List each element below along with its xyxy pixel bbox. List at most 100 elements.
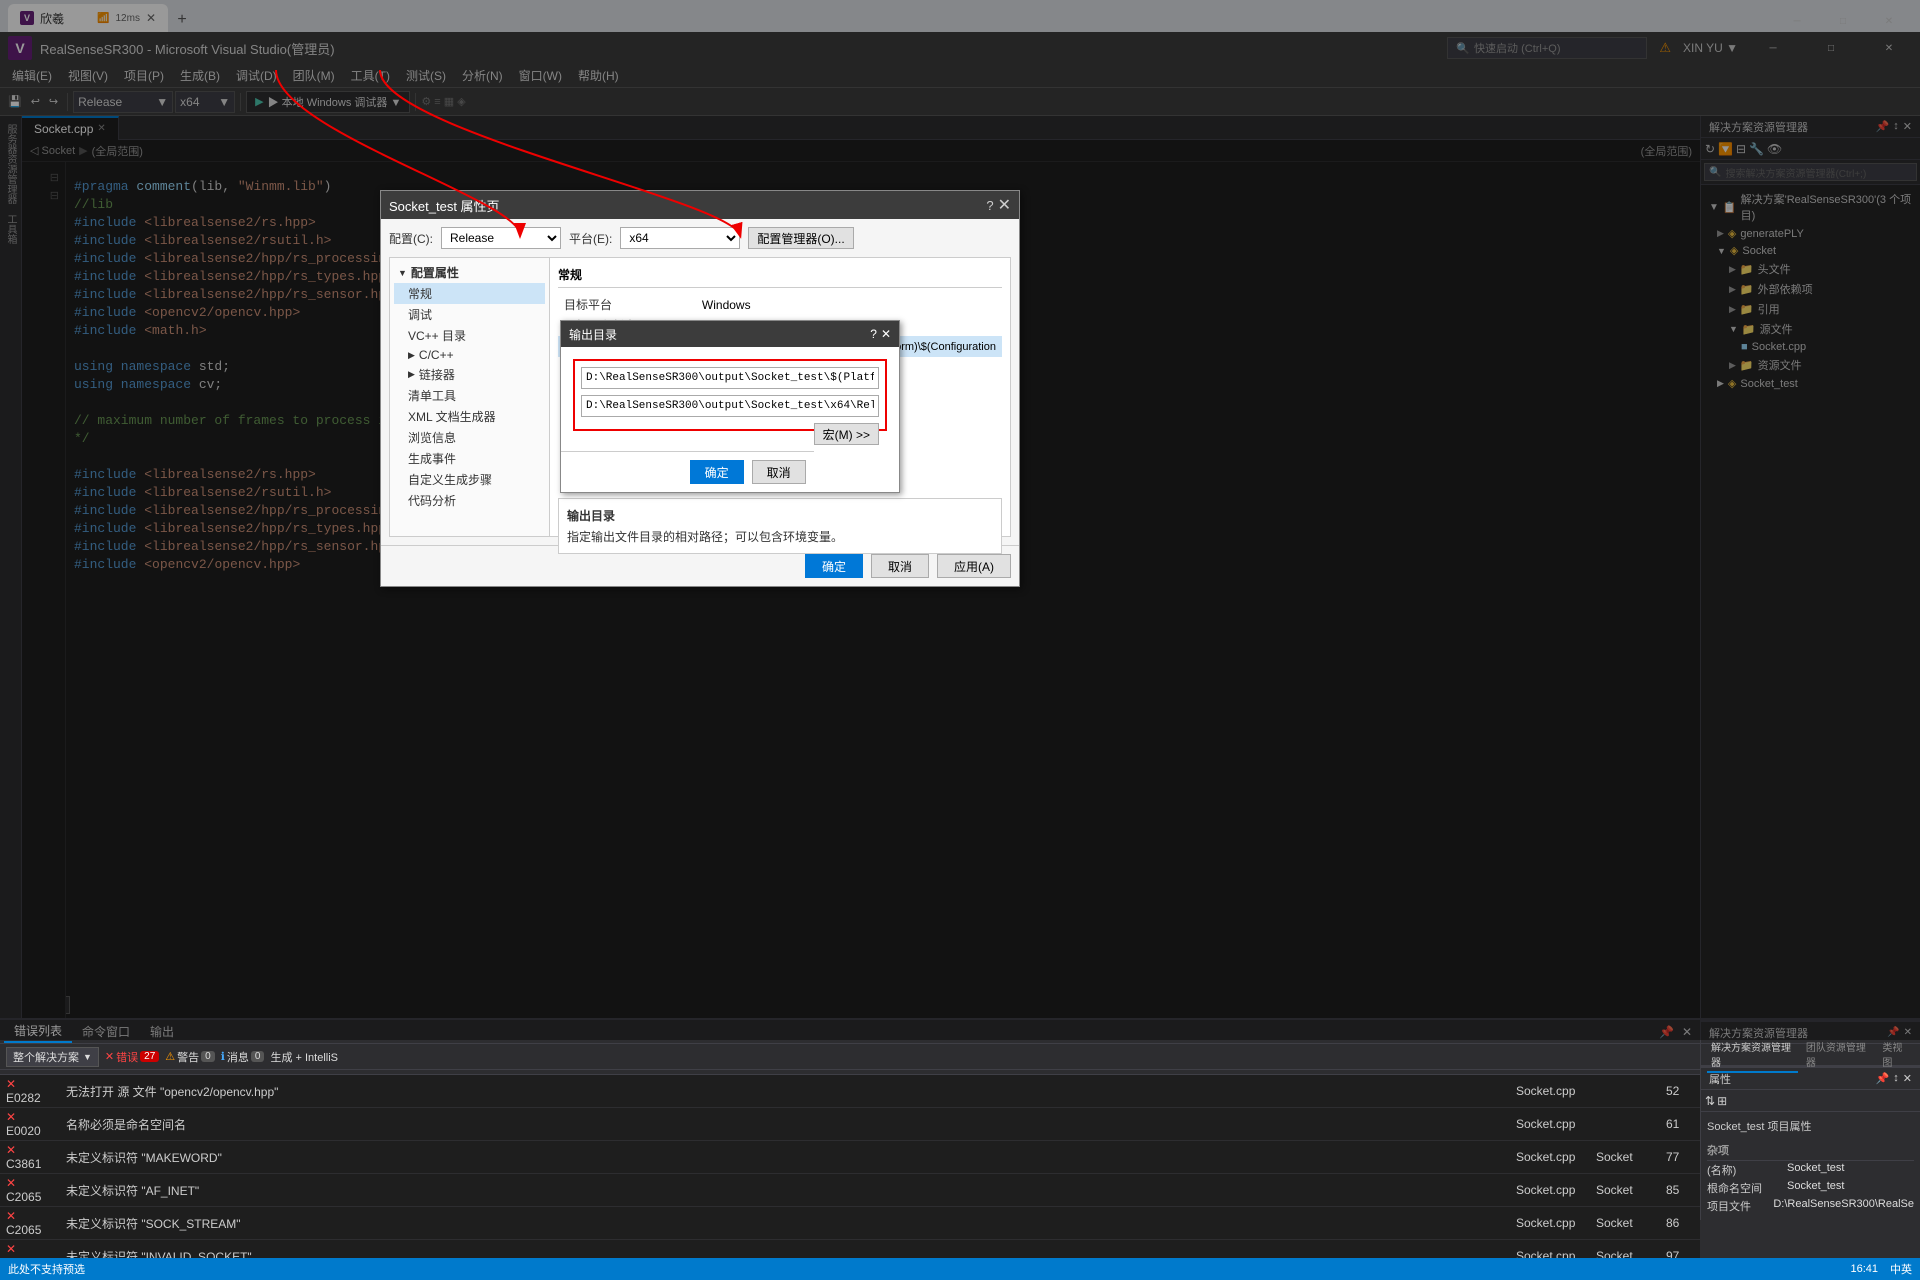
warning-badge[interactable]: ⚠ 警告 0 [165,1049,214,1065]
dialog-cancel-btn[interactable]: 取消 [871,554,929,578]
error-badge[interactable]: ✕ 错误 27 [105,1049,159,1065]
props-section-title: 常规 [558,266,1002,288]
config-label: 配置(C): [389,230,433,247]
error-label: 错误 [116,1049,138,1065]
right-bottom-panel: 解决方案资源管理器 📌 ✕ 解决方案资源管理器 团队资源管理器 类视图 属性 📌… [1700,1020,1920,1220]
error-table: ✕ E0282 无法打开 源 文件 "opencv2/opencv.hpp" S… [0,1070,1700,1258]
dialog-help-btn[interactable]: ? [986,198,993,213]
sub-ok-btn[interactable]: 确定 [690,460,744,484]
error-row[interactable]: ✕ C2065 未定义标识符 "AF_INET" Socket.cpp Sock… [0,1174,1700,1207]
error-desc: 名称必须是命名空间名 [60,1108,1510,1141]
sub-cancel-btn[interactable]: 取消 [752,460,806,484]
error-desc: 未定义标识符 "INVALID_SOCKET" [60,1240,1510,1259]
props-close-icon[interactable]: ✕ [1903,1072,1912,1085]
dialog-description: 输出目录 指定输出文件目录的相对路径；可以包含环境变量。 [558,498,1002,554]
warning-icon: ⚠ [165,1050,175,1063]
dialog-tree-item-linker[interactable]: ▶ 链接器 [394,364,545,385]
warning-label: 警告 [177,1049,199,1065]
dialog-tree-item-build-events[interactable]: 生成事件 [394,448,545,469]
rpanel-tab-se[interactable]: 解决方案资源管理器 [1707,1037,1798,1073]
dialog-tree-item-xml[interactable]: XML 文档生成器 [394,406,545,427]
error-code: ✕ C2065 [0,1207,60,1240]
dialog-tree-item-browse[interactable]: 浏览信息 [394,427,545,448]
error-code: ✕ C3861 [0,1141,60,1174]
error-project: Socket [1590,1141,1660,1174]
dialog-apply-btn[interactable]: 应用(A) [937,554,1011,578]
dialog-tree-item-general[interactable]: 常规 [394,283,545,304]
config-select[interactable]: Release [441,227,561,249]
dialog-tree-item-debug[interactable]: 调试 [394,304,545,325]
sub-close-btn[interactable]: ✕ [881,327,891,341]
props-sort-icon[interactable]: ⇅ [1705,1094,1715,1108]
prop-target-platform: 目标平台 Windows [558,294,1002,315]
platform-select[interactable]: x64 [620,227,740,249]
sub-dialog-titlebar: 输出目录 ? ✕ [561,321,899,347]
sub-help-btn[interactable]: ? [870,327,877,341]
config-manager-btn[interactable]: 配置管理器(O)... [748,227,853,249]
build-intellisense-btn[interactable]: 生成 + IntelliS [270,1049,338,1065]
dialog-titlebar: Socket_test 属性页 ? ✕ [381,191,1019,219]
error-file: Socket.cpp [1510,1108,1590,1141]
props-title: 属性 [1709,1071,1731,1087]
error-row[interactable]: ✕ C2065 未定义标识符 "INVALID_SOCKET" Socket.c… [0,1240,1700,1259]
arrow-icon: ▶ [408,369,415,380]
sub-dialog-body: 宏(M) >> [561,347,899,451]
output-dir-input1[interactable] [581,367,879,389]
error-file: Socket.cpp [1510,1207,1590,1240]
error-desc: 无法打开 源 文件 "opencv2/opencv.hpp" [60,1075,1510,1108]
error-row[interactable]: ✕ C3861 未定义标识符 "MAKEWORD" Socket.cpp Soc… [0,1141,1700,1174]
status-time: 16:41 [1850,1263,1878,1275]
rpanel-tab-teamexp[interactable]: 团队资源管理器 [1802,1037,1874,1073]
error-desc: 未定义标识符 "AF_INET" [60,1174,1510,1207]
rpanel-tab-classview[interactable]: 类视图 [1878,1037,1914,1073]
dialog-close-btn[interactable]: ✕ [998,195,1011,215]
modal-overlay: Socket_test 属性页 ? ✕ 配置(C): Release 平台(E)… [0,0,1920,1040]
error-row[interactable]: ✕ C2065 未定义标识符 "SOCK_STREAM" Socket.cpp … [0,1207,1700,1240]
error-desc: 未定义标识符 "SOCK_STREAM" [60,1207,1510,1240]
dialog-tree-item-custom[interactable]: 自定义生成步骤 [394,469,545,490]
error-code: ✕ C2065 [0,1240,60,1259]
dialog-tree: ▼ 配置属性 常规 调试 VC++ 目录 ▶ C/C++ [390,258,550,536]
filter-solution-dropdown[interactable]: 整个解决方案 ▼ [6,1047,99,1067]
error-code: ✕ C2065 [0,1174,60,1207]
error-code: ✕ E0282 [0,1075,60,1108]
dialog-tree-item-root[interactable]: ▼ 配置属性 [394,262,545,283]
arrow-icon: ▶ [408,350,415,361]
sub-dialog-title: 输出目录 [569,326,617,343]
message-badge[interactable]: ℹ 消息 0 [221,1049,265,1065]
macros-btn[interactable]: 宏(M) >> [814,423,879,445]
dialog-tree-item-vc[interactable]: VC++ 目录 [394,325,545,346]
error-file: Socket.cpp [1510,1141,1590,1174]
output-dir-input2[interactable] [581,395,879,417]
error-line: 61 [1660,1108,1700,1141]
props-pin-icon[interactable]: 📌 [1876,1072,1890,1085]
rprop-namespace: 根命名空间 Socket_test [1707,1179,1914,1197]
dialog-tree-item-cpp[interactable]: ▶ C/C++ [394,346,545,364]
dialog-tree-item-analysis[interactable]: 代码分析 [394,490,545,511]
props-arrow-icon[interactable]: ↕ [1893,1072,1899,1085]
message-label: 消息 [227,1049,249,1065]
error-line: 97 [1660,1240,1700,1259]
error-file: Socket.cpp [1510,1075,1590,1108]
status-bar: 此处不支持预选 16:41 中英 [0,1258,1920,1280]
props-section-misc: 杂项 [1707,1140,1914,1161]
rprop-projectfile: 项目文件 D:\RealSenseSR300\RealSe [1707,1197,1914,1215]
error-row[interactable]: ✕ E0020 名称必须是命名空间名 Socket.cpp 61 [0,1108,1700,1141]
bottom-panel: 错误列表 命令窗口 输出 📌 ✕ 整个解决方案 ▼ ✕ 错误 27 ⚠ 警告 0 [0,1020,1700,1258]
dialog-tree-item-manifest[interactable]: 清单工具 [394,385,545,406]
error-desc: 未定义标识符 "MAKEWORD" [60,1141,1510,1174]
props-category-icon[interactable]: ⊞ [1717,1094,1727,1108]
error-line: 52 [1660,1075,1700,1108]
status-message: 此处不支持预选 [8,1261,85,1277]
dialog-ok-btn[interactable]: 确定 [805,554,863,578]
error-project: Socket [1590,1240,1660,1259]
error-project [1590,1108,1660,1141]
error-project [1590,1075,1660,1108]
platform-label: 平台(E): [569,230,612,247]
error-code: ✕ E0020 [0,1108,60,1141]
props-project-label: Socket_test 项目属性 [1707,1116,1914,1136]
sub-dialog-footer: 确定 取消 [561,451,814,492]
error-file: Socket.cpp [1510,1174,1590,1207]
error-file: Socket.cpp [1510,1240,1590,1259]
error-row[interactable]: ✕ E0282 无法打开 源 文件 "opencv2/opencv.hpp" S… [0,1075,1700,1108]
